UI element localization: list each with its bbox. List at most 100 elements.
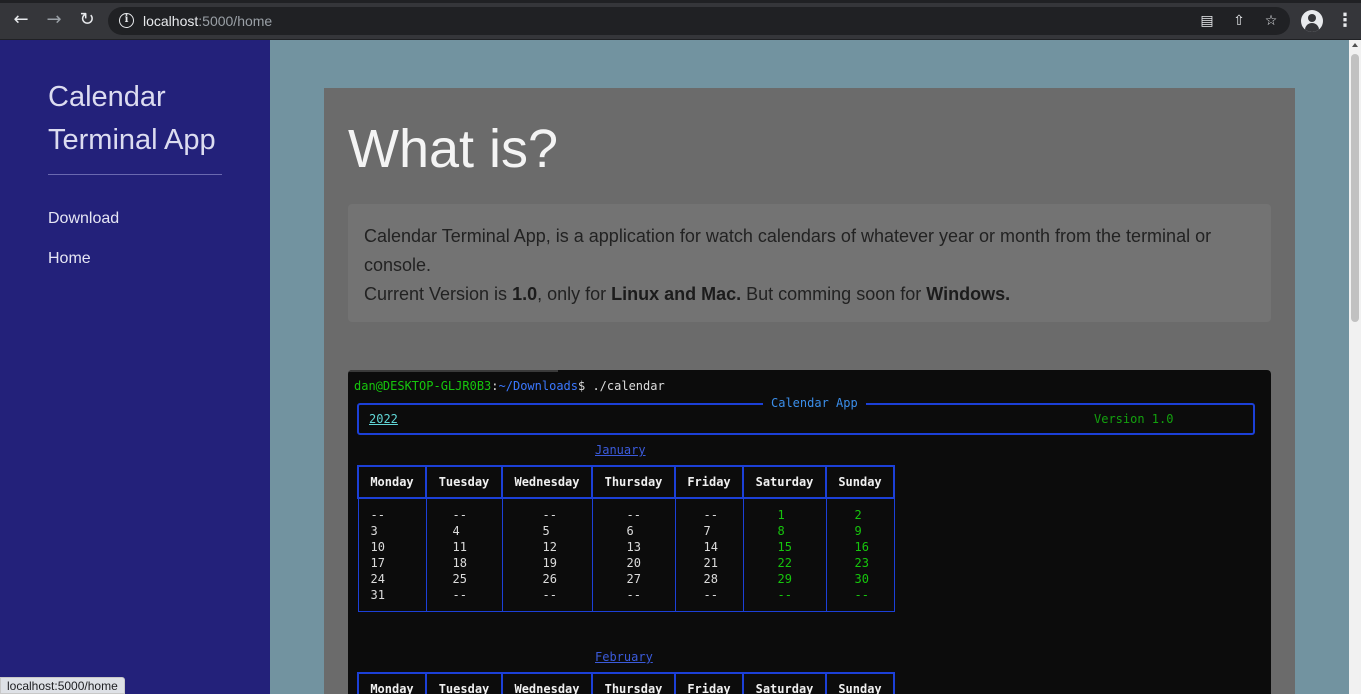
day-cell: 12 (542, 540, 557, 554)
calendar-january: Monday Tuesday Wednesday Thursday Friday Satu… (357, 465, 895, 612)
platforms: Linux and Mac. (611, 284, 742, 304)
weekday-header: Monday (357, 672, 427, 694)
address-url[interactable]: localhost:5000/home (143, 13, 272, 29)
weekday-header: Friday (674, 465, 744, 499)
day-cell: 2 (854, 508, 862, 522)
day-cell: 18 (452, 556, 467, 570)
app-header-box: Calendar App 2022 Version 1.0 (357, 396, 1255, 435)
intro-version-text-a: Current Version is (364, 284, 513, 304)
weekday-header: Monday (357, 465, 427, 499)
weekday-header: Thursday (591, 465, 676, 499)
day-cell: 6 (626, 524, 634, 538)
share-icon[interactable]: ⇧ (1230, 12, 1248, 30)
day-cell: 28 (703, 572, 718, 586)
page-scrollbar[interactable] (1349, 40, 1361, 694)
weekday-header: Sunday (825, 672, 895, 694)
menu-icon[interactable]: ⋮ (1336, 9, 1354, 31)
weekday-header: Sunday (825, 465, 895, 499)
day-cell: -- (854, 588, 869, 602)
day-cell: -- (626, 508, 641, 522)
status-bar-url: localhost:5000/home (0, 677, 125, 694)
forward-icon[interactable]: → (43, 9, 65, 31)
day-cell: 14 (703, 540, 718, 554)
month-title-february: February (595, 650, 653, 664)
info-icon[interactable]: i (119, 13, 134, 28)
day-cell: 21 (703, 556, 718, 570)
address-bar[interactable]: i localhost:5000/home ▤ ⇧ ☆ (108, 7, 1290, 35)
day-cell: 7 (703, 524, 711, 538)
day-cell: 11 (452, 540, 467, 554)
day-cell: 16 (854, 540, 869, 554)
day-cell: 22 (777, 556, 792, 570)
soon-platform: Windows. (926, 284, 1011, 304)
day-column: -- 4 11 18 25 -- (425, 498, 503, 612)
day-cell: -- (542, 588, 557, 602)
day-cell: 29 (777, 572, 792, 586)
day-cell: 4 (452, 524, 460, 538)
translate-icon[interactable]: ▤ (1198, 12, 1216, 30)
sidebar-divider (48, 174, 222, 175)
day-cell: 26 (542, 572, 557, 586)
weekday-header: Saturday (742, 672, 827, 694)
day-cell: -- (452, 588, 467, 602)
star-icon[interactable]: ☆ (1262, 12, 1280, 30)
day-cell: -- (626, 588, 641, 602)
weekday-header: Wednesday (501, 465, 593, 499)
weekday-header: Tuesday (425, 465, 503, 499)
day-column: 2 9 16 23 30 -- (825, 498, 895, 612)
day-cell: 10 (370, 540, 385, 554)
version-number: 1.0 (512, 284, 538, 304)
day-cell: 8 (777, 524, 785, 538)
weekday-header: Thursday (591, 672, 676, 694)
terminal-prompt: dan@DESKTOP-GLJR0B3:~/Downloads$ ./calen… (354, 379, 665, 393)
day-column: -- 5 12 19 26 -- (501, 498, 593, 612)
day-cell: 13 (626, 540, 641, 554)
year-label: 2022 (369, 412, 398, 426)
day-cell: 17 (370, 556, 385, 570)
scrollbar-thumb[interactable] (1351, 54, 1359, 322)
browser-toolbar: ← → ↻ i localhost:5000/home ▤ ⇧ ☆ ⋮ (0, 0, 1361, 40)
weekday-header: Wednesday (501, 672, 593, 694)
day-cell: 30 (854, 572, 869, 586)
page-title: What is? (348, 119, 559, 179)
main-panel: What is? Calendar Terminal App, is a app… (324, 88, 1295, 694)
day-cell: 31 (370, 588, 385, 602)
sidebar: Calendar Terminal App Download Home (0, 40, 270, 694)
day-cell: 20 (626, 556, 641, 570)
profile-icon[interactable] (1301, 10, 1323, 32)
intro-version-text-c: But comming soon for (741, 284, 927, 304)
day-cell: -- (703, 588, 718, 602)
day-column: 1 8 15 22 29 -- (742, 498, 827, 612)
brand-title[interactable]: Calendar Terminal App (48, 76, 248, 162)
day-cell: 15 (777, 540, 792, 554)
day-column: -- 7 14 21 28 -- (674, 498, 744, 612)
intro-text: Calendar Terminal App, is a application … (364, 226, 1212, 275)
app-title: Calendar App (763, 396, 866, 410)
scroll-up-icon[interactable] (1352, 43, 1358, 47)
intro-version-text-b: , only for (537, 284, 612, 304)
calendar-february: Monday Tuesday Wednesday Thursday Friday Satu… (357, 672, 895, 694)
sidebar-item-home[interactable]: Home (48, 250, 91, 268)
day-cell: -- (777, 588, 792, 602)
day-cell: 9 (854, 524, 862, 538)
day-column: -- 3 10 17 24 31 (357, 498, 427, 612)
day-cell: -- (542, 508, 557, 522)
day-cell: 25 (452, 572, 467, 586)
day-cell: -- (370, 508, 385, 522)
tab-strip (0, 0, 1361, 3)
day-cell: 3 (370, 524, 378, 538)
weekday-header: Tuesday (425, 672, 503, 694)
day-cell: 24 (370, 572, 385, 586)
back-icon[interactable]: ← (10, 9, 32, 31)
reload-icon[interactable]: ↻ (76, 9, 98, 31)
day-cell: -- (703, 508, 718, 522)
intro-box: Calendar Terminal App, is a application … (348, 204, 1271, 322)
weekday-header: Friday (674, 672, 744, 694)
day-column: -- 6 13 20 27 -- (591, 498, 676, 612)
sidebar-item-download[interactable]: Download (48, 210, 119, 228)
day-cell: -- (452, 508, 467, 522)
terminal-screenshot: dan@DESKTOP-GLJR0B3:~/Downloads$ ./calen… (348, 370, 1271, 694)
version-label: Version 1.0 (1094, 412, 1174, 426)
month-title-january: January (595, 443, 646, 457)
weekday-header: Saturday (742, 465, 827, 499)
